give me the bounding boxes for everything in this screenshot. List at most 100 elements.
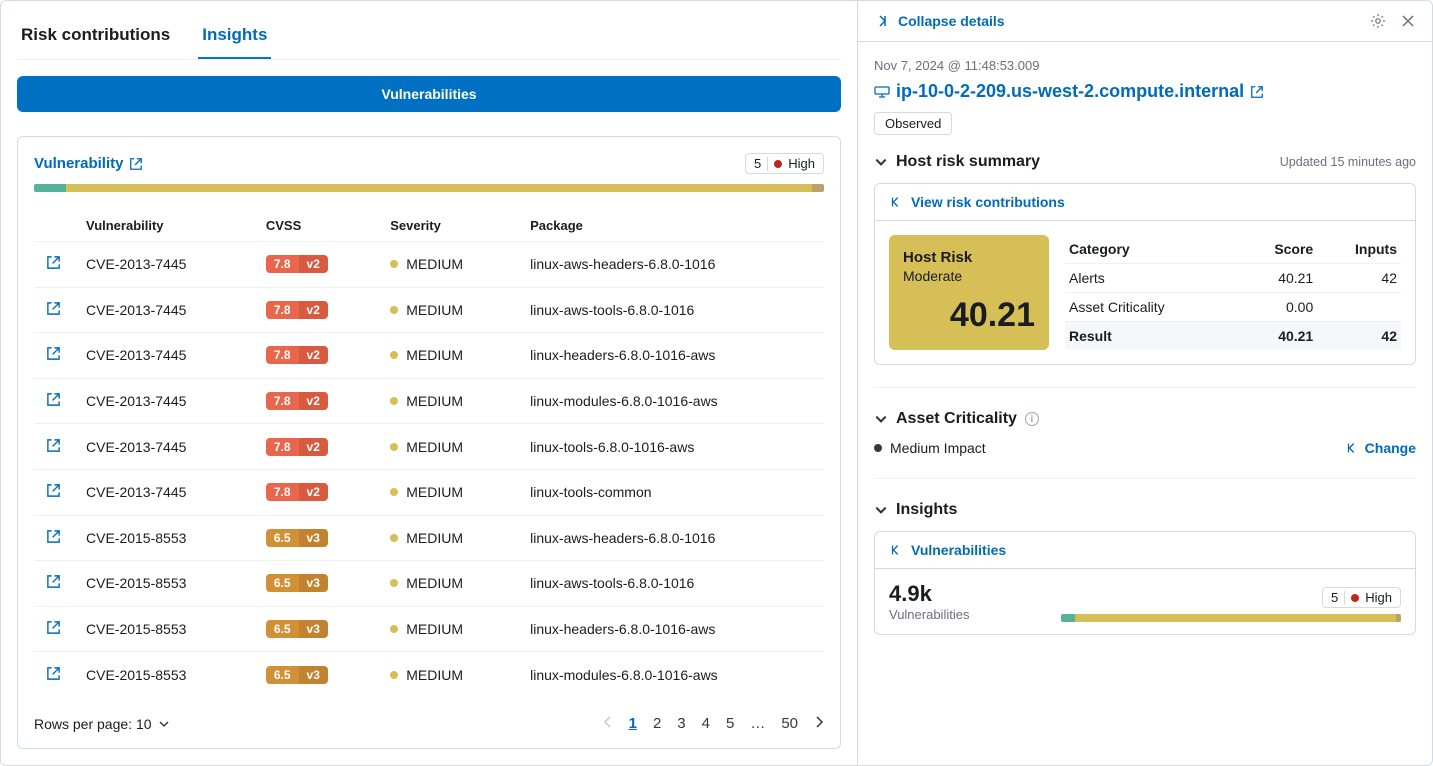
vulnerabilities-banner[interactable]: Vulnerabilities	[17, 76, 841, 112]
pager-page-last[interactable]: 50	[781, 715, 798, 732]
open-external-icon[interactable]	[46, 438, 61, 453]
cell-package: linux-tools-6.8.0-1016-aws	[518, 424, 824, 470]
view-risk-contributions-link[interactable]: View risk contributions	[875, 184, 1415, 221]
pagination: 1 2 3 4 5 … 50	[603, 715, 824, 732]
insights-sublabel: Vulnerabilities	[889, 607, 969, 622]
pager-next[interactable]	[814, 715, 824, 732]
col-cvss[interactable]: CVSS	[254, 210, 378, 242]
updated-text: Updated 15 minutes ago	[1280, 155, 1416, 169]
risk-box-score: 40.21	[903, 296, 1035, 335]
pager-page-5[interactable]: 5	[726, 715, 734, 732]
change-criticality-button[interactable]: Change	[1345, 440, 1416, 456]
cvss-badge: 6.5v3	[266, 666, 328, 684]
severity-level: High	[788, 156, 815, 171]
open-external-icon[interactable]	[46, 620, 61, 635]
chevron-down-icon	[874, 412, 888, 426]
tab-insights[interactable]: Insights	[198, 17, 271, 59]
insights-count: 4.9k	[889, 581, 969, 607]
severity-dot-icon	[390, 351, 398, 359]
collapse-details-button[interactable]: Collapse details	[874, 13, 1005, 29]
table-row: CVE-2013-74457.8v2MEDIUMlinux-tools-comm…	[34, 469, 824, 515]
severity-dot-icon	[390, 260, 398, 268]
risk-box-title: Host Risk	[903, 249, 1035, 266]
cell-package: linux-aws-headers-6.8.0-1016	[518, 242, 824, 288]
open-external-icon[interactable]	[46, 346, 61, 361]
cell-cve: CVE-2015-8553	[74, 515, 254, 561]
severity-dot-icon	[390, 306, 398, 314]
tabs: Risk contributions Insights	[17, 17, 841, 60]
vulnerability-link-label: Vulnerability	[34, 155, 123, 172]
cell-severity: MEDIUM	[390, 575, 506, 591]
cell-cve: CVE-2015-8553	[74, 606, 254, 652]
cell-cve: CVE-2013-7445	[74, 378, 254, 424]
insights-severity-bar	[1061, 614, 1401, 622]
collapse-icon	[874, 13, 890, 29]
open-external-icon[interactable]	[46, 301, 61, 316]
table-row: CVE-2013-74457.8v2MEDIUMlinux-aws-tools-…	[34, 287, 824, 333]
table-row: CVE-2013-74457.8v2MEDIUMlinux-modules-6.…	[34, 378, 824, 424]
severity-dot-icon	[390, 579, 398, 587]
col-score: Score	[1239, 235, 1318, 264]
open-external-icon[interactable]	[46, 255, 61, 270]
host-icon	[874, 84, 890, 100]
open-external-icon[interactable]	[46, 392, 61, 407]
open-external-icon[interactable]	[46, 574, 61, 589]
col-vulnerability[interactable]: Vulnerability	[74, 210, 254, 242]
popout-icon	[129, 157, 143, 171]
cell-severity: MEDIUM	[390, 484, 506, 500]
col-severity[interactable]: Severity	[378, 210, 518, 242]
cell-cve: CVE-2013-7445	[74, 242, 254, 288]
cell-cve: CVE-2013-7445	[74, 333, 254, 379]
insights-toggle[interactable]: Insights	[874, 501, 1416, 519]
arrow-left-end-icon	[889, 195, 903, 209]
change-label: Change	[1365, 440, 1416, 456]
open-external-icon[interactable]	[46, 666, 61, 681]
close-icon[interactable]	[1400, 13, 1416, 29]
severity-dot-icon	[390, 625, 398, 633]
cell-severity: MEDIUM	[390, 439, 506, 455]
asset-criticality-value: Medium Impact	[890, 440, 986, 456]
asset-criticality-toggle[interactable]: Asset Criticality i	[874, 410, 1416, 428]
table-row: CVE-2015-85536.5v3MEDIUMlinux-aws-tools-…	[34, 561, 824, 607]
col-package[interactable]: Package	[518, 210, 824, 242]
collapse-label: Collapse details	[898, 13, 1005, 29]
table-row: CVE-2015-85536.5v3MEDIUMlinux-modules-6.…	[34, 652, 824, 697]
pager-page-3[interactable]: 3	[677, 715, 685, 732]
severity-dot-icon	[390, 671, 398, 679]
tab-risk-contributions[interactable]: Risk contributions	[17, 17, 174, 59]
insights-link-label: Vulnerabilities	[911, 542, 1006, 558]
cell-package: linux-headers-6.8.0-1016-aws	[518, 606, 824, 652]
host-risk-summary-toggle[interactable]: Host risk summary	[874, 153, 1040, 171]
host-link[interactable]: ip-10-0-2-209.us-west-2.compute.internal	[874, 81, 1416, 102]
severity-distribution-bar	[34, 184, 824, 192]
rows-per-page-label: Rows per page: 10	[34, 716, 152, 732]
divider	[874, 478, 1416, 479]
arrow-left-end-icon	[1345, 441, 1359, 455]
risk-breakdown-table: Category Score Inputs Alerts 40.21 42	[1065, 235, 1401, 350]
table-footer: Rows per page: 10 1 2 3 4 5 … 50	[34, 701, 824, 732]
insights-card: Vulnerabilities 4.9k Vulnerabilities 5 H…	[874, 531, 1416, 635]
pager-page-4[interactable]: 4	[702, 715, 710, 732]
severity-dot-icon	[1351, 594, 1359, 602]
cell-package: linux-modules-6.8.0-1016-aws	[518, 378, 824, 424]
table-row: CVE-2015-85536.5v3MEDIUMlinux-headers-6.…	[34, 606, 824, 652]
pager-prev[interactable]	[603, 715, 613, 732]
vulnerability-link[interactable]: Vulnerability	[34, 155, 143, 172]
host-risk-panel: View risk contributions Host Risk Modera…	[874, 183, 1416, 365]
insights-badge-count: 5	[1331, 590, 1338, 605]
detail-timestamp: Nov 7, 2024 @ 11:48:53.009	[874, 58, 1416, 73]
view-risk-label: View risk contributions	[911, 194, 1065, 210]
pager-page-1[interactable]: 1	[629, 715, 637, 732]
insights-vulnerabilities-link[interactable]: Vulnerabilities	[875, 532, 1415, 569]
pager-page-2[interactable]: 2	[653, 715, 661, 732]
cell-severity: MEDIUM	[390, 667, 506, 683]
severity-dot-icon	[390, 488, 398, 496]
rows-per-page-selector[interactable]: Rows per page: 10	[34, 716, 170, 732]
open-external-icon[interactable]	[46, 483, 61, 498]
col-inputs: Inputs	[1317, 235, 1401, 264]
cell-cve: CVE-2013-7445	[74, 287, 254, 333]
host-name: ip-10-0-2-209.us-west-2.compute.internal	[896, 81, 1244, 102]
info-icon[interactable]: i	[1025, 412, 1039, 426]
gear-icon[interactable]	[1370, 13, 1386, 29]
open-external-icon[interactable]	[46, 529, 61, 544]
